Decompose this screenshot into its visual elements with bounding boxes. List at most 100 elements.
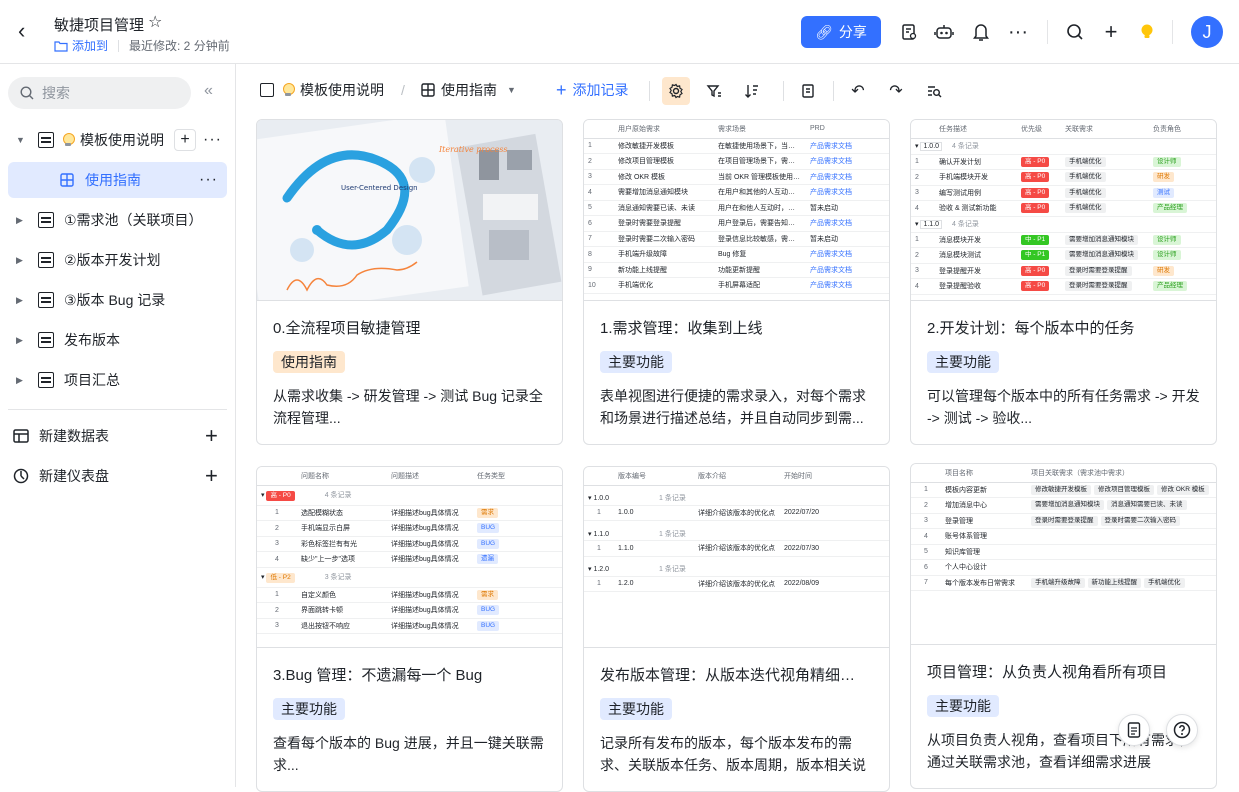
add-child-button[interactable]: +: [174, 129, 196, 151]
gallery-card[interactable]: 任务描述 优先级 关联需求 负责角色 ▾ 1.0.0 4 条记录 1 确认开发计划高 - P0…: [910, 119, 1217, 445]
plus-icon[interactable]: +: [205, 463, 218, 489]
plus-icon[interactable]: +: [205, 423, 218, 449]
robot-icon[interactable]: [932, 20, 956, 44]
mini-table-cell: 2: [911, 497, 941, 514]
doc-title[interactable]: 敏捷项目管理: [54, 14, 144, 35]
mini-cell-text: 2: [275, 524, 279, 532]
mini-table-cell: 测试: [1149, 185, 1216, 201]
mini-table-cell: 1: [911, 154, 935, 170]
mini-pill: 手机端升级故障: [1031, 577, 1085, 588]
mini-table-row: 6 登录时需要登录提醒 用户登录后，需要告知… 产品需求文档: [584, 215, 889, 232]
expand-caret-icon[interactable]: ▼: [16, 135, 28, 145]
new-table-button[interactable]: 新建数据表 +: [0, 418, 236, 454]
mini-link: 产品需求文档: [810, 142, 852, 150]
expand-caret-icon[interactable]: ▶: [16, 215, 28, 226]
form-icon[interactable]: [798, 81, 818, 101]
document-help-button[interactable]: [1118, 714, 1150, 746]
mini-table-cell: 账号体系管理: [941, 528, 1027, 545]
mini-table-cell: 4: [584, 184, 614, 201]
mini-table-cell: 手机端优化: [614, 277, 714, 294]
mini-table-cell: 登录提醒验收: [935, 278, 1017, 295]
mini-table-header: 项目关联需求（需求池中需求）: [1027, 464, 1216, 483]
mini-table-cell: 中 - P1: [1017, 232, 1061, 248]
lightbulb-icon[interactable]: [1135, 20, 1159, 44]
add-record-button[interactable]: + 添加记录: [556, 64, 629, 116]
more-icon[interactable]: ···: [1006, 20, 1030, 44]
mini-table-header: 任务描述: [935, 120, 1017, 139]
sidebar-item-bug-records[interactable]: ▶ ③版本 Bug 记录: [0, 282, 236, 318]
collapse-sidebar-icon[interactable]: «: [204, 82, 213, 100]
mini-cell-text: 每个版本发布日常需求: [945, 579, 1015, 587]
sort-icon[interactable]: [742, 81, 762, 101]
expand-caret-icon[interactable]: ▶: [16, 335, 28, 346]
mini-cell-text: 详细介绍该版本的优化点: [698, 545, 775, 553]
mini-table-cell: 产品经理: [1149, 200, 1216, 217]
mini-cell-text: 消息模块测试: [939, 252, 981, 260]
mini-cell-text: 消息模块开发: [939, 236, 981, 244]
sidebar-item-project-summary[interactable]: ▶ 项目汇总: [0, 362, 236, 398]
new-dashboard-label: 新建仪表盘: [39, 468, 109, 484]
sidebar-search-input[interactable]: 搜索: [8, 77, 191, 109]
new-dashboard-button[interactable]: 新建仪表盘 +: [0, 458, 236, 494]
gallery-card[interactable]: 版本编号 版本介绍 开始时间 ▾ 1.0.0 1 条记录 1 1.0.0 详细介绍该版本的优化…: [583, 466, 890, 792]
expand-caret-icon[interactable]: ▶: [16, 255, 28, 266]
share-button[interactable]: 🔗︎ 分享: [801, 16, 881, 48]
plus-icon[interactable]: +: [1099, 19, 1123, 44]
lightbulb-icon: [282, 83, 295, 97]
mini-table-cell: 增加消息中心: [941, 497, 1027, 514]
table-icon: [38, 292, 54, 308]
sidebar-item-releases[interactable]: ▶ 发布版本: [0, 322, 236, 358]
card-description: 从项目负责人视角，查看项目下所有需求，通过关联需求池，查看详细需求进展: [927, 732, 1193, 770]
sidebar-item-requirements-pool[interactable]: ▶ ①需求池（关联项目）: [0, 202, 236, 238]
mini-table-cell: 6: [584, 215, 614, 232]
mini-cell-text: 修改 OKR 模板: [618, 173, 666, 181]
mini-table-row: 1 消息模块开发 中 - P1 需要增加消息通知模块 设计师: [911, 232, 1216, 248]
mini-table-cell: 详细介绍该版本的优化点: [694, 505, 780, 521]
mini-pill: BUG: [477, 523, 500, 534]
mini-table-cell: 手机端优化: [1061, 169, 1149, 186]
star-icon[interactable]: ☆: [148, 12, 162, 32]
sidebar-item-dev-plan[interactable]: ▶ ②版本开发计划: [0, 242, 236, 278]
mini-table: 任务描述 优先级 关联需求 负责角色 ▾ 1.0.0 4 条记录 1 确认开发计划高 - P0…: [911, 120, 1216, 295]
mini-pill: 高 - P0: [1021, 156, 1050, 167]
add-to-label[interactable]: 添加到: [72, 37, 108, 54]
sidebar-item-label: ①需求池（关联项目）: [64, 212, 203, 228]
gallery-card[interactable]: User-Centered Design Iterative process 0…: [256, 119, 563, 445]
bell-icon[interactable]: [969, 20, 993, 44]
customize-settings-icon[interactable]: [662, 77, 690, 105]
more-icon[interactable]: ···: [199, 171, 218, 189]
view-selector[interactable]: 使用指南 ▼: [421, 64, 516, 116]
mini-cell-text: 5: [588, 204, 592, 212]
gallery-card[interactable]: 用户原始需求 需求场景 PRD 1 修改敏捷开发模板 在敏捷使用场景下，当… 产品需求…: [583, 119, 890, 445]
mini-pill: 高 - P0: [1021, 265, 1050, 276]
add-to-link[interactable]: 添加到: [54, 37, 108, 54]
sidebar-item-usage-guide[interactable]: 使用指南: [8, 162, 227, 198]
card-description: 查看每个版本的 Bug 进展，并且一键关联需求...: [273, 735, 544, 773]
mini-pill: 手机端优化: [1065, 172, 1106, 183]
mini-cell-text: 编写测试用例: [939, 189, 981, 197]
undo-icon[interactable]: ↶: [848, 81, 868, 101]
expand-caret-icon[interactable]: ▶: [16, 375, 28, 386]
toolbar-divider: [1172, 20, 1173, 44]
table-icon: [38, 372, 54, 388]
document-settings-icon[interactable]: [897, 20, 921, 44]
gallery-card[interactable]: 问题名称 问题描述 任务类型 ▾ 高 - P0 4 条记录 1 选配模糊状态 详细描述bug具…: [256, 466, 563, 792]
find-icon[interactable]: [924, 81, 944, 101]
back-arrow-icon[interactable]: ‹: [18, 20, 40, 44]
user-avatar[interactable]: J: [1191, 16, 1223, 48]
dashboard-icon: [13, 468, 29, 484]
sidebar-item-template-guide[interactable]: ▼ 模板使用说明: [0, 122, 236, 158]
group-name: 1.0.0: [920, 142, 943, 151]
redo-icon[interactable]: ↷: [886, 81, 906, 101]
mini-cell-text: 4: [915, 282, 919, 290]
breadcrumb-parent[interactable]: 模板使用说明: [260, 64, 384, 116]
search-icon[interactable]: [1063, 20, 1087, 44]
card-cover-table: 任务描述 优先级 关联需求 负责角色 ▾ 1.0.0 4 条记录 1 确认开发计划高 - P0…: [911, 120, 1216, 301]
expand-caret-icon[interactable]: ▶: [16, 295, 28, 306]
help-button[interactable]: [1166, 714, 1198, 746]
filter-icon[interactable]: [704, 81, 724, 101]
mini-cell-text: 详细描述bug具体情况: [391, 556, 459, 564]
more-icon[interactable]: ···: [203, 131, 222, 149]
mini-cell-text: 4: [275, 555, 279, 563]
search-placeholder: 搜索: [42, 85, 70, 101]
